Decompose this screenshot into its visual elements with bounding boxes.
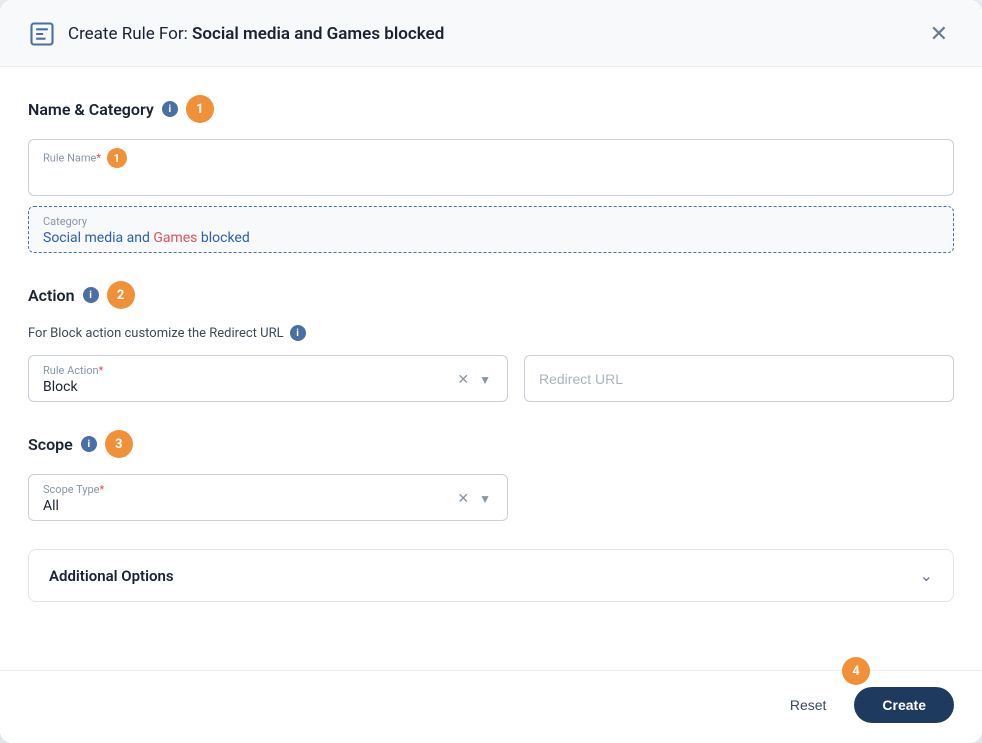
name-category-title-row: Name & Category i 1 xyxy=(28,95,954,123)
action-title: Action xyxy=(28,286,75,305)
action-row: Rule Action* Block ✕ ▼ xyxy=(28,355,954,402)
rule-action-controls: ✕ ▼ xyxy=(455,369,493,390)
modal-title: Create Rule For: Social media and Games … xyxy=(68,24,444,44)
redirect-wrap xyxy=(524,355,954,402)
scope-section: Scope i 3 Scope Type* All ✕ xyxy=(28,430,954,521)
action-hint: For Block action customize the Redirect … xyxy=(28,325,954,341)
scope-type-wrap: Scope Type* All ✕ ▼ xyxy=(28,474,508,521)
scope-row: Scope Type* All ✕ ▼ xyxy=(28,474,954,521)
rule-action-inner: Rule Action* Block xyxy=(43,364,455,395)
additional-options-label: Additional Options xyxy=(49,567,174,585)
scope-type-clear-button[interactable]: ✕ xyxy=(455,488,471,509)
rule-action-clear-button[interactable]: ✕ xyxy=(455,369,471,390)
action-title-row: Action i 2 xyxy=(28,281,954,309)
category-label: Category xyxy=(43,215,939,228)
name-category-title: Name & Category xyxy=(28,100,154,119)
rule-name-field[interactable]: Rule Name* 1 xyxy=(28,139,954,196)
scope-type-value: All xyxy=(43,498,455,514)
scope-info-icon: i xyxy=(81,436,97,452)
modal-footer: 4 Reset Create xyxy=(0,670,982,743)
modal-header: Create Rule For: Social media and Games … xyxy=(0,0,982,67)
step-badge-3: 3 xyxy=(105,430,133,458)
create-button[interactable]: Create xyxy=(854,687,954,723)
rule-action-label: Rule Action* xyxy=(43,364,455,377)
category-field: Category Social media and Games blocked xyxy=(28,206,954,253)
header-left: Create Rule For: Social media and Games … xyxy=(28,20,444,48)
create-rule-modal: Create Rule For: Social media and Games … xyxy=(0,0,982,743)
category-value: Social media and Games blocked xyxy=(43,230,939,246)
redirect-url-field[interactable] xyxy=(524,355,954,402)
redirect-url-input[interactable] xyxy=(539,371,939,387)
step-badge-4: 4 xyxy=(842,657,870,685)
scope-title-row: Scope i 3 xyxy=(28,430,954,458)
rule-name-input[interactable] xyxy=(43,172,939,188)
name-category-info-icon: i xyxy=(162,101,178,117)
rule-action-arrow-button[interactable]: ▼ xyxy=(477,371,493,389)
scope-type-inner: Scope Type* All xyxy=(43,483,455,514)
step-badge-1-inline: 1 xyxy=(107,148,127,168)
rule-icon xyxy=(28,20,56,48)
scope-type-controls: ✕ ▼ xyxy=(455,488,493,509)
chevron-down-icon: ⌄ xyxy=(920,566,933,585)
step-badge-1: 1 xyxy=(186,95,214,123)
scope-type-label: Scope Type* xyxy=(43,483,455,496)
rule-name-label: Rule Name* 1 xyxy=(43,148,939,168)
rule-action-wrap: Rule Action* Block ✕ ▼ xyxy=(28,355,508,402)
scope-type-select[interactable]: Scope Type* All ✕ ▼ xyxy=(28,474,508,521)
rule-action-select[interactable]: Rule Action* Block ✕ ▼ xyxy=(28,355,508,402)
action-section: Action i 2 For Block action customize th… xyxy=(28,281,954,402)
close-button[interactable]: ✕ xyxy=(924,21,954,47)
reset-button[interactable]: Reset xyxy=(774,689,843,721)
rule-action-value: Block xyxy=(43,379,455,395)
action-hint-info-icon: i xyxy=(290,325,306,341)
name-category-section: Name & Category i 1 Rule Name* 1 Categor… xyxy=(28,95,954,253)
scope-type-arrow-button[interactable]: ▼ xyxy=(477,490,493,508)
modal-body: Name & Category i 1 Rule Name* 1 Categor… xyxy=(0,67,982,670)
additional-options-section: Additional Options ⌄ xyxy=(28,549,954,602)
step-badge-2: 2 xyxy=(107,281,135,309)
scope-title: Scope xyxy=(28,435,73,454)
action-info-icon: i xyxy=(83,287,99,303)
additional-options-bar[interactable]: Additional Options ⌄ xyxy=(28,549,954,602)
